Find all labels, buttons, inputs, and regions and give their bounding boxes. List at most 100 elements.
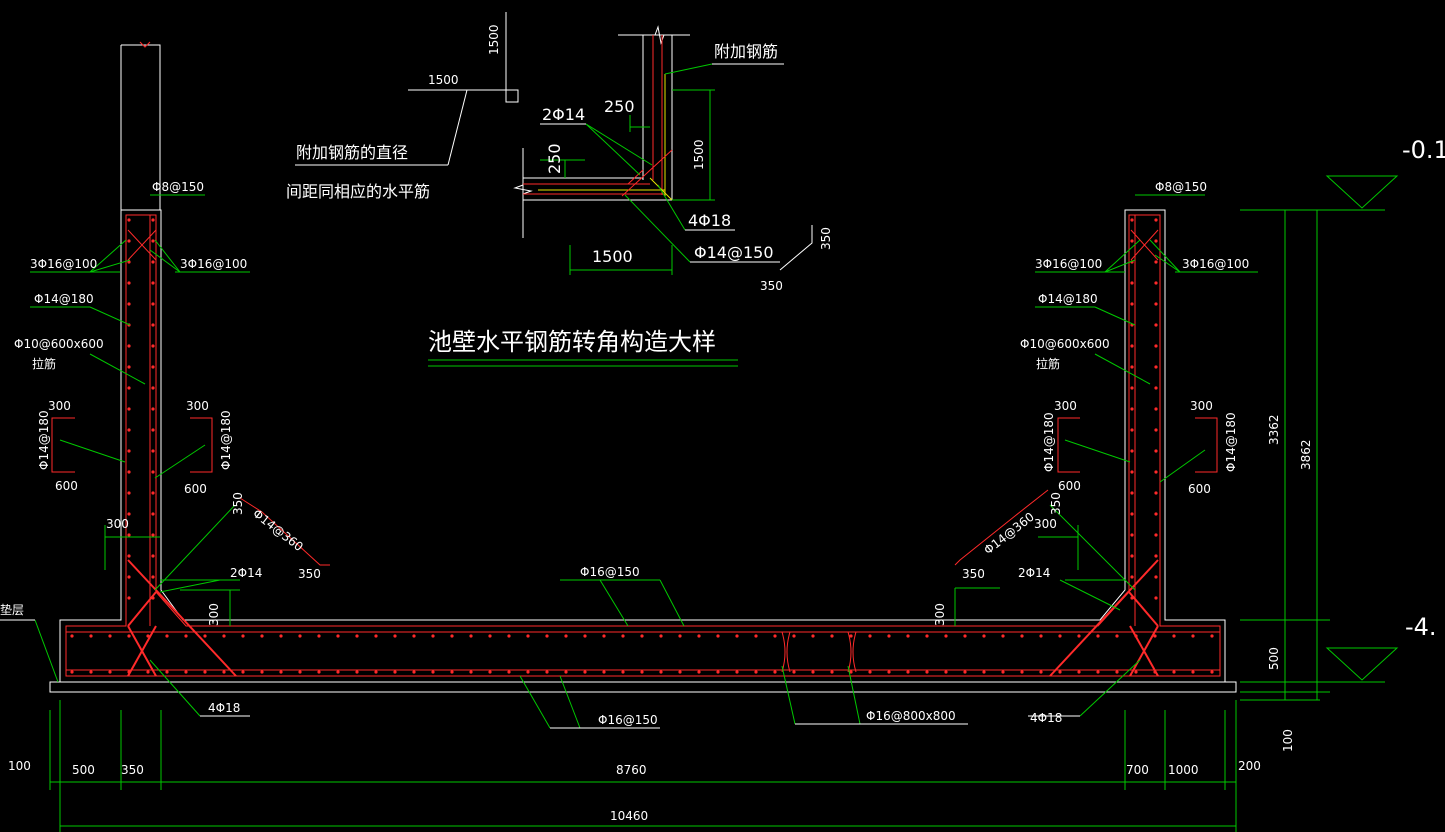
rebar-dot	[868, 634, 872, 638]
rebar-dot	[151, 533, 155, 537]
rebar-dot	[583, 670, 587, 674]
rebar-dot	[1130, 575, 1134, 579]
left-p16-100-b: 3Φ16@100	[180, 257, 247, 271]
rebar-dot	[279, 670, 283, 674]
rebar-dot	[1154, 512, 1158, 516]
rebar-dot	[773, 634, 777, 638]
dim-700: 700	[1126, 763, 1149, 777]
rebar-dot	[849, 634, 853, 638]
rebar-dot	[1130, 302, 1134, 306]
dim-350: 350	[121, 763, 144, 777]
rebar-dot	[526, 670, 530, 674]
rebar-dot	[127, 302, 131, 306]
dim-1500-right: 1500	[692, 139, 706, 170]
rebar-dot	[830, 634, 834, 638]
rebar-dot	[151, 407, 155, 411]
rebar-dot	[127, 596, 131, 600]
dim-100: 100	[8, 759, 31, 773]
rebar-dot	[868, 670, 872, 674]
rebar-dot	[1154, 554, 1158, 558]
rebar-dot	[1115, 634, 1119, 638]
rebar-dot	[393, 634, 397, 638]
rebar-dot	[431, 670, 435, 674]
rebar-dot	[1154, 302, 1158, 306]
right-tie-label: 拉筋	[1036, 356, 1060, 371]
bar-p14-150-detail: Φ14@150	[694, 243, 774, 262]
rebar-dot	[1130, 239, 1134, 243]
rebar-dot	[1096, 634, 1100, 638]
left-d300: 300	[106, 517, 129, 531]
rebar-dot	[127, 491, 131, 495]
dim-200: 200	[1238, 759, 1261, 773]
rebar-dot	[1154, 407, 1158, 411]
note-line1: 附加钢筋的直径	[296, 143, 408, 162]
rebar-dot	[830, 670, 834, 674]
rebar-dot	[1154, 344, 1158, 348]
right-d300: 300	[1034, 517, 1057, 531]
right-hook-r-600: 600	[1188, 482, 1211, 496]
hook-350-b: 350	[760, 279, 783, 293]
rebar-dot	[151, 344, 155, 348]
dim-8760: 8760	[616, 763, 647, 777]
rebar-dot	[811, 670, 815, 674]
rebar-dot	[241, 634, 245, 638]
rebar-dot	[374, 634, 378, 638]
rebar-dot	[1130, 491, 1134, 495]
rebar-dot	[716, 634, 720, 638]
right-p16-100-a: 3Φ16@100	[1035, 257, 1102, 271]
rebar-dot	[241, 670, 245, 674]
rebar-dot	[735, 670, 739, 674]
rebar-dot	[982, 670, 986, 674]
rebar-dot	[1154, 386, 1158, 390]
rebar-dot	[127, 428, 131, 432]
rebar-dot	[1154, 260, 1158, 264]
rebar-dot	[1154, 323, 1158, 327]
rebar-dot	[469, 670, 473, 674]
rebar-dot	[1153, 634, 1157, 638]
rebar-dot	[127, 512, 131, 516]
left-p8-150: Φ8@150	[152, 180, 204, 194]
rebar-dot	[393, 670, 397, 674]
rebar-dot	[151, 218, 155, 222]
rebar-dot	[1154, 428, 1158, 432]
right-hook-l-600: 600	[1058, 479, 1081, 493]
rebar-dot	[108, 634, 112, 638]
rebar-dot	[1130, 554, 1134, 558]
rebar-dot	[583, 634, 587, 638]
rebar-dot	[151, 428, 155, 432]
rebar-dot	[151, 596, 155, 600]
rebar-dot	[640, 670, 644, 674]
rebar-dot	[887, 634, 891, 638]
elevation-top: -0.1	[1402, 136, 1445, 164]
rebar-dot	[982, 634, 986, 638]
left-hook-r-bar: Φ14@180	[219, 410, 233, 470]
right-p10-tie: Φ10@600x600	[1020, 337, 1110, 351]
rebar-dot	[906, 634, 910, 638]
rebar-dot	[127, 634, 131, 638]
rebar-dot	[127, 386, 131, 390]
rebar-dot	[151, 449, 155, 453]
rebar-dot	[678, 634, 682, 638]
dimension-lines: 100 500 350 8760 700 1000 200 10460 100 …	[8, 136, 1445, 832]
right-d300-v: 300	[933, 603, 947, 626]
left-haunch-bar: Φ14@360	[250, 506, 306, 554]
rebar-dot	[545, 634, 549, 638]
rebar-dot	[1130, 449, 1134, 453]
note-line2: 间距同相应的水平筋	[286, 182, 430, 201]
rebar-dot	[1077, 670, 1081, 674]
left-p14-180: Φ14@180	[34, 292, 94, 306]
rebar-dot	[336, 634, 340, 638]
right-p8-150: Φ8@150	[1155, 180, 1207, 194]
rebar-dot	[127, 575, 131, 579]
rebar-dot	[697, 634, 701, 638]
rebar-dot	[127, 239, 131, 243]
rebar-dot	[127, 407, 131, 411]
rebar-dot	[146, 670, 150, 674]
rebar-dot	[678, 670, 682, 674]
rebar-dot	[127, 533, 131, 537]
dim-500: 500	[72, 763, 95, 777]
rebar-dot	[108, 670, 112, 674]
rebar-dot	[697, 670, 701, 674]
corner-detail-drawing: 附加钢筋 1500 1500 附加钢筋的直径 间距同相应的水平筋 2Φ14 25…	[286, 12, 833, 367]
rebar-dot	[127, 554, 131, 558]
